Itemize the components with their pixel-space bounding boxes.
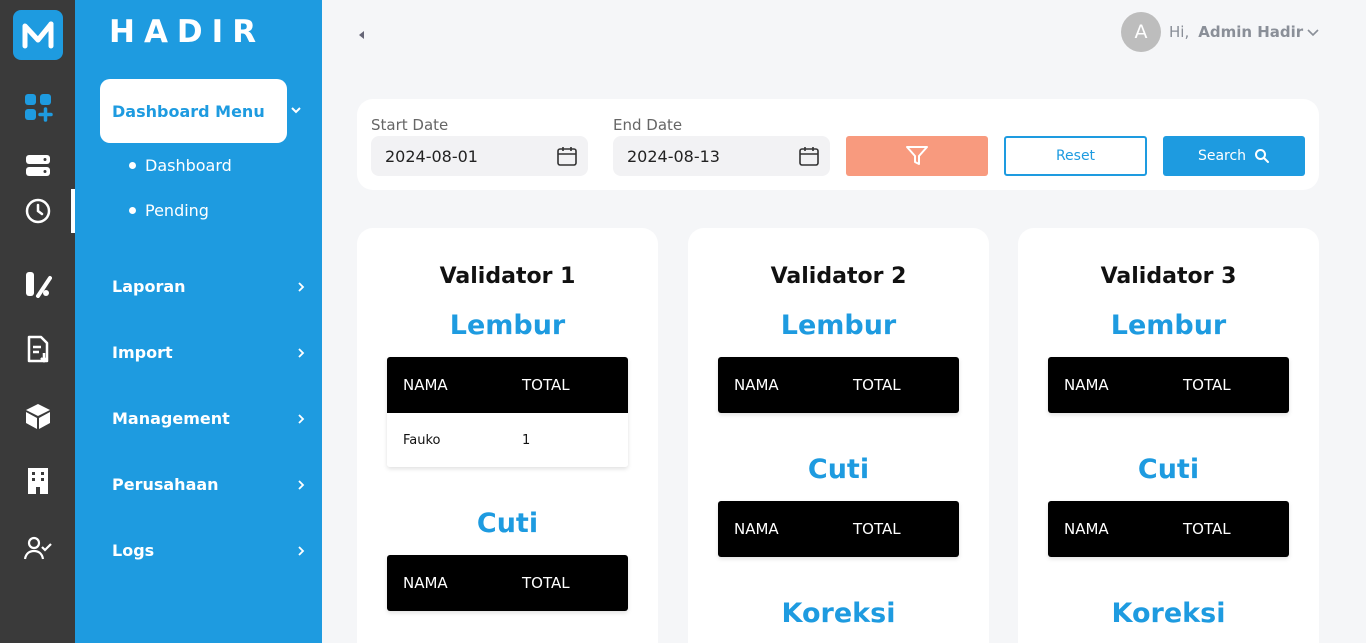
section-title-koreksi: Koreksi xyxy=(781,598,896,629)
chevron-down-icon xyxy=(1307,29,1319,37)
start-date-input[interactable]: 2024-08-01 xyxy=(371,136,588,176)
icon-rail xyxy=(0,0,75,643)
filter-icon xyxy=(906,146,928,165)
column-header-nama: NAMA xyxy=(1064,376,1109,394)
validator-card: Validator 3 Lembur NAMA TOTAL Cuti NAMA … xyxy=(1018,228,1319,643)
box-icon[interactable] xyxy=(18,396,58,436)
sidebar-subitem-label: Dashboard xyxy=(145,156,232,175)
cuti-table: NAMA TOTAL xyxy=(387,555,628,611)
sidebar-item-label: Logs xyxy=(112,541,155,560)
lembur-table: NAMA TOTAL xyxy=(718,357,959,413)
sidebar-item-import[interactable]: Import xyxy=(112,343,307,362)
user-name: Admin Hadir xyxy=(1198,23,1304,41)
validator-card: Validator 2 Lembur NAMA TOTAL Cuti NAMA … xyxy=(688,228,989,643)
sidebar: HADIR Dashboard Menu Dashboard Pending L… xyxy=(75,0,322,643)
server-icon[interactable] xyxy=(18,146,58,186)
clock-icon[interactable] xyxy=(18,191,58,231)
column-header-nama: NAMA xyxy=(403,574,448,592)
column-header-nama: NAMA xyxy=(403,376,448,394)
validator-title: Validator 2 xyxy=(770,264,907,289)
cuti-table: NAMA TOTAL xyxy=(718,501,959,557)
sidebar-item-laporan[interactable]: Laporan xyxy=(112,277,307,296)
table-header: NAMA TOTAL xyxy=(718,501,959,557)
brand-title: HADIR xyxy=(109,14,266,50)
chevron-right-icon xyxy=(298,545,305,556)
user-menu[interactable]: A Hi, Admin Hadir xyxy=(1121,12,1320,52)
building-icon[interactable] xyxy=(18,461,58,501)
attendance-icon[interactable] xyxy=(18,264,58,304)
validator-card: Validator 1 Lembur NAMA TOTAL Fauko 1 Cu… xyxy=(357,228,658,643)
sidebar-item-label: Perusahaan xyxy=(112,475,219,494)
sidebar-subitem-label: Pending xyxy=(145,201,209,220)
column-header-nama: NAMA xyxy=(734,520,779,538)
section-title-cuti: Cuti xyxy=(807,454,870,485)
calendar-icon[interactable] xyxy=(798,145,820,167)
greeting-text: Hi, xyxy=(1169,23,1190,41)
sidebar-item-logs[interactable]: Logs xyxy=(112,541,307,560)
table-header: NAMA TOTAL xyxy=(387,357,628,413)
section-title-lembur: Lembur xyxy=(780,310,897,341)
lembur-table: NAMA TOTAL xyxy=(1048,357,1289,413)
column-header-total: TOTAL xyxy=(853,376,901,394)
chevron-right-icon xyxy=(298,281,305,292)
search-icon xyxy=(1255,149,1270,163)
section-title-koreksi: Koreksi xyxy=(1111,598,1226,629)
avatar: A xyxy=(1121,12,1161,52)
column-header-total: TOTAL xyxy=(853,520,901,538)
table-row: Fauko 1 xyxy=(387,413,628,467)
cell-total: 1 xyxy=(522,433,531,448)
end-date-input[interactable]: 2024-08-13 xyxy=(613,136,830,176)
sidebar-subitem-pending[interactable]: Pending xyxy=(129,201,209,220)
collapse-sidebar-icon[interactable] xyxy=(357,26,367,45)
hadir-logo[interactable] xyxy=(13,10,63,60)
cuti-table: NAMA TOTAL xyxy=(1048,501,1289,557)
start-date-value: 2024-08-01 xyxy=(385,147,478,166)
sidebar-item-perusahaan[interactable]: Perusahaan xyxy=(112,475,307,494)
search-button-label: Search xyxy=(1197,148,1247,164)
table-header: NAMA TOTAL xyxy=(1048,501,1289,557)
column-header-total: TOTAL xyxy=(522,574,570,592)
sidebar-item-dashboard-menu[interactable]: Dashboard Menu xyxy=(100,79,287,143)
chevron-right-icon xyxy=(298,413,305,424)
bullet-icon xyxy=(129,207,136,214)
bullet-icon xyxy=(129,162,136,169)
validator-title: Validator 1 xyxy=(439,264,576,289)
search-button[interactable]: Search xyxy=(1163,136,1305,176)
section-title-cuti: Cuti xyxy=(1137,454,1200,485)
table-header: NAMA TOTAL xyxy=(387,555,628,611)
user-check-icon[interactable] xyxy=(18,528,58,568)
validator-title: Validator 3 xyxy=(1100,264,1237,289)
end-date-value: 2024-08-13 xyxy=(627,147,720,166)
section-title-cuti: Cuti xyxy=(476,508,539,539)
column-header-total: TOTAL xyxy=(1183,520,1231,538)
column-header-nama: NAMA xyxy=(1064,520,1109,538)
cell-nama: Fauko xyxy=(403,433,441,448)
column-header-total: TOTAL xyxy=(522,376,570,394)
reset-button[interactable]: Reset xyxy=(1004,136,1147,176)
chevron-right-icon xyxy=(298,479,305,490)
column-header-nama: NAMA xyxy=(734,376,779,394)
sidebar-subitem-dashboard[interactable]: Dashboard xyxy=(129,156,232,175)
filter-button[interactable] xyxy=(846,136,988,176)
start-date-label: Start Date xyxy=(371,116,449,134)
column-header-total: TOTAL xyxy=(1183,376,1231,394)
end-date-label: End Date xyxy=(613,116,683,134)
sidebar-item-label: Import xyxy=(112,343,173,362)
date-filter-card: Start Date 2024-08-01 End Date 2024-08-1… xyxy=(357,99,1319,190)
calendar-icon[interactable] xyxy=(556,145,578,167)
lembur-table: NAMA TOTAL Fauko 1 xyxy=(387,357,628,467)
table-header: NAMA TOTAL xyxy=(1048,357,1289,413)
section-title-lembur: Lembur xyxy=(449,310,566,341)
chevron-right-icon xyxy=(298,347,305,358)
dashboard-plus-icon[interactable] xyxy=(18,87,58,127)
document-download-icon[interactable] xyxy=(18,329,58,369)
section-title-lembur: Lembur xyxy=(1110,310,1227,341)
sidebar-item-label: Dashboard Menu xyxy=(112,102,265,121)
chevron-down-icon[interactable] xyxy=(289,102,303,121)
table-header: NAMA TOTAL xyxy=(718,357,959,413)
sidebar-item-label: Management xyxy=(112,409,230,428)
sidebar-item-management[interactable]: Management xyxy=(112,409,307,428)
sidebar-item-label: Laporan xyxy=(112,277,186,296)
